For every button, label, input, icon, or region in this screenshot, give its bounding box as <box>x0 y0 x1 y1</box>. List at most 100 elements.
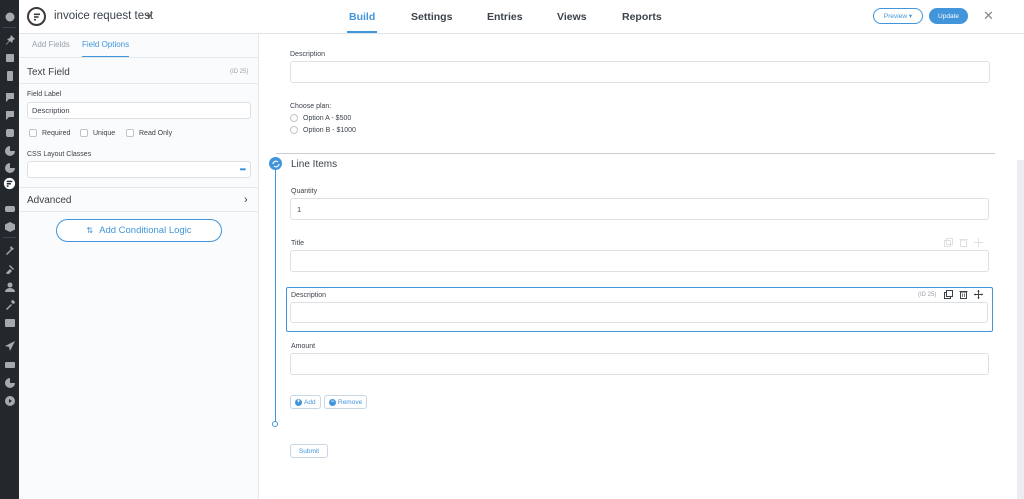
comments-icon[interactable] <box>4 91 15 102</box>
conditional-logic-label: Add Conditional Logic <box>99 225 192 236</box>
tab-reports[interactable]: Reports <box>622 0 662 34</box>
add-conditional-logic-button[interactable]: ⇅ Add Conditional Logic <box>56 219 222 242</box>
heading-divider <box>19 83 259 84</box>
close-icon[interactable]: ✕ <box>983 8 994 24</box>
update-button[interactable]: Update <box>929 8 968 24</box>
remove-row-label: Remove <box>338 398 363 406</box>
remove-row-button[interactable]: − Remove <box>324 395 368 409</box>
chart-icon[interactable] <box>4 377 15 388</box>
preview-button[interactable]: Preview ▾ <box>873 8 923 24</box>
tab-field-options[interactable]: Field Options <box>82 40 129 49</box>
tab-build[interactable]: Build <box>346 0 378 34</box>
title-label: Title <box>291 240 304 247</box>
unique-checkbox[interactable]: Unique <box>80 129 115 137</box>
checkbox-box[interactable] <box>29 129 37 137</box>
section-divider <box>276 153 995 154</box>
tab-views[interactable]: Views <box>557 0 587 34</box>
forms-icon[interactable] <box>4 127 15 138</box>
tools-icon[interactable] <box>4 244 15 255</box>
required-label: Required <box>42 129 71 137</box>
pages-icon[interactable] <box>4 70 15 81</box>
trash-icon[interactable] <box>959 290 968 299</box>
rocket-icon[interactable] <box>4 340 15 351</box>
required-checkbox[interactable]: Required <box>29 129 70 137</box>
menu-separator <box>3 27 16 28</box>
trash-icon[interactable] <box>959 238 968 247</box>
description-label: Description <box>290 51 326 58</box>
users-icon[interactable] <box>4 281 15 292</box>
advanced-section-toggle[interactable]: Advanced <box>27 195 71 206</box>
title-field[interactable] <box>290 250 989 272</box>
field-label-caption: Field Label <box>27 91 62 98</box>
unique-label: Unique <box>93 129 116 137</box>
woo-icon[interactable] <box>4 203 15 214</box>
duplicate-icon[interactable] <box>944 238 953 247</box>
canvas-scrollbar[interactable] <box>1017 160 1024 499</box>
radio-circle[interactable] <box>290 126 298 134</box>
amount-field[interactable] <box>290 353 989 375</box>
tab-add-fields[interactable]: Add Fields <box>32 40 70 49</box>
chevron-down-icon[interactable]: ▼ <box>145 12 153 21</box>
title-field-actions <box>918 238 983 247</box>
appearance-icon[interactable] <box>4 145 15 156</box>
formidable-logo-icon[interactable] <box>27 7 46 26</box>
wrench-icon[interactable] <box>4 299 15 310</box>
chevron-right-icon[interactable]: › <box>244 194 248 206</box>
quantity-label: Quantity <box>291 188 318 195</box>
selected-field-actions: (ID 25) <box>918 290 983 299</box>
selected-description-label: Description <box>291 292 327 299</box>
duplicate-icon[interactable] <box>944 290 953 299</box>
minus-icon: − <box>329 398 336 406</box>
dashboard-icon[interactable] <box>4 11 15 22</box>
media-icon[interactable] <box>4 52 15 63</box>
advanced-divider-top <box>19 187 259 188</box>
plan-option-b-label: Option B - $1000 <box>303 126 356 134</box>
form-title[interactable]: invoice request test <box>54 10 153 22</box>
add-row-button[interactable]: + Add <box>290 395 321 409</box>
advanced-divider-bottom <box>19 211 259 212</box>
checkbox-box[interactable] <box>126 129 134 137</box>
conditional-logic-icon: ⇅ <box>86 226 94 235</box>
field-id: (ID 25) <box>230 69 249 75</box>
wp-admin-sidebar <box>0 0 19 499</box>
plan-option-a[interactable]: Option A - $500 <box>290 114 351 122</box>
move-icon[interactable] <box>974 290 983 299</box>
settings-icon[interactable] <box>4 317 15 328</box>
tab-settings[interactable]: Settings <box>411 0 452 34</box>
section-title: Line Items <box>291 159 338 170</box>
feedback-icon[interactable] <box>4 109 15 120</box>
description-field[interactable] <box>290 61 990 83</box>
tabs-divider <box>19 57 259 58</box>
play-icon[interactable] <box>4 395 15 406</box>
css-classes-caption: CSS Layout Classes <box>27 151 92 158</box>
plus-icon: + <box>295 398 302 406</box>
selected-description-field[interactable] <box>290 302 988 323</box>
mail-icon[interactable] <box>4 359 15 370</box>
formidable-icon[interactable] <box>2 176 16 190</box>
css-classes-input[interactable]: ••• <box>27 161 251 178</box>
field-options-panel: Add Fields Field Options Text Field (ID … <box>19 34 259 499</box>
appearance-icon-2[interactable] <box>4 162 15 173</box>
read-only-checkbox[interactable]: Read Only <box>126 129 172 137</box>
more-options-icon[interactable]: ••• <box>240 165 246 174</box>
field-label-input[interactable]: Description <box>27 102 251 119</box>
submit-button[interactable]: Submit <box>290 444 328 458</box>
plugins-icon[interactable] <box>4 263 15 274</box>
tab-entries[interactable]: Entries <box>487 0 523 34</box>
read-only-label: Read Only <box>139 129 173 137</box>
repeater-guide-line <box>275 167 276 423</box>
repeater-end-dot <box>272 421 278 427</box>
plan-option-b[interactable]: Option B - $1000 <box>290 126 356 134</box>
selected-field-id: (ID 25) <box>918 291 937 298</box>
quantity-field[interactable]: 1 <box>290 198 989 220</box>
move-icon[interactable] <box>974 238 983 247</box>
pin-icon[interactable] <box>4 34 15 45</box>
choose-plan-label: Choose plan: <box>290 103 332 110</box>
add-row-label: Add <box>304 398 316 406</box>
menu-separator-2 <box>3 237 16 238</box>
radio-circle[interactable] <box>290 114 298 122</box>
amount-label: Amount <box>291 343 316 350</box>
checkbox-box[interactable] <box>80 129 88 137</box>
products-icon[interactable] <box>4 221 15 232</box>
repeater-icon[interactable] <box>269 157 282 170</box>
